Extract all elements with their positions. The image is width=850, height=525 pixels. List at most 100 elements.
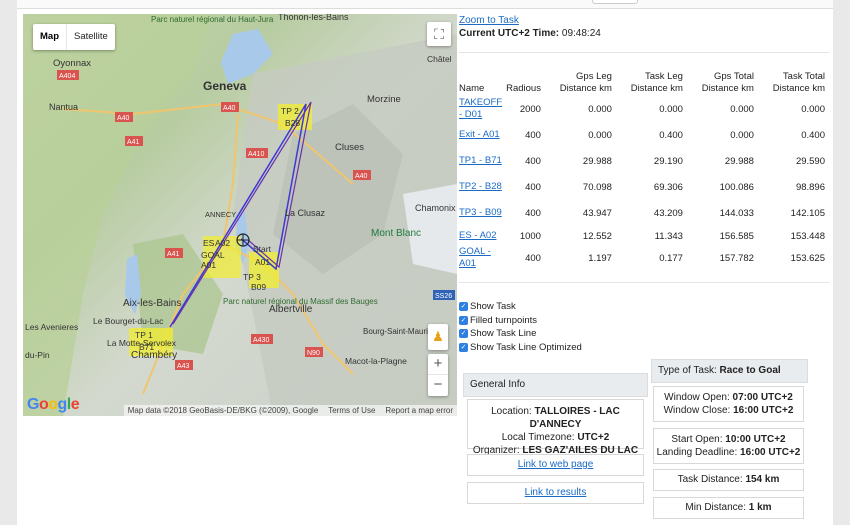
place-label: Nantua <box>49 102 78 112</box>
place-label: Cluses <box>335 142 364 153</box>
gps-total-cell: 29.988 <box>724 155 754 167</box>
gps-leg-cell: 12.552 <box>582 230 612 242</box>
task-type-value: Race to Goal <box>719 365 781 376</box>
minus-icon: − <box>433 376 443 393</box>
road-shield-label: A41 <box>127 139 140 146</box>
table-row: GOAL - A01 400 1.197 0.177 157.782 153.625 <box>457 246 827 270</box>
task-total-cell: 153.625 <box>790 252 825 264</box>
col-task-total: Task Total Distance km <box>772 71 825 94</box>
col-gps-total: Gps Total Distance km <box>701 71 754 94</box>
task-leg-cell: 0.400 <box>659 129 683 141</box>
web-page-link[interactable]: Link to web page <box>518 459 594 470</box>
table-row: TP3 - B09 400 43.947 43.209 144.033 142.105 <box>457 200 827 226</box>
turnpoint-name-link[interactable]: TP2 - B28 <box>459 181 502 192</box>
road-shield-label: A404 <box>59 73 75 80</box>
turnpoint-name-link[interactable]: GOAL - A01 <box>459 246 491 269</box>
tp-label: GOAL <box>201 250 225 260</box>
tp-label: TP 1 <box>135 330 153 340</box>
fullscreen-button[interactable]: ⛶ <box>427 22 451 46</box>
task-total-cell: 153.448 <box>790 230 825 242</box>
map-type-control: Map Satellite <box>33 24 115 50</box>
top-button[interactable] <box>592 0 638 4</box>
road-shield-label: A410 <box>248 151 264 158</box>
map-type-satellite[interactable]: Satellite <box>67 24 115 50</box>
turnpoint-name-link[interactable]: TAKEOFF - D01 <box>459 97 502 120</box>
task-leg-cell: 69.306 <box>653 181 683 193</box>
map-attribution: Map data ©2018 GeoBasis-DE/BKG (©2009), … <box>123 405 457 416</box>
gps-leg-cell: 0.000 <box>588 103 612 115</box>
turnpoint-name-link[interactable]: TP3 - B09 <box>459 207 502 218</box>
location-label: Location: <box>491 406 532 417</box>
turnpoint-table: Name Radious Gps Leg Distance km Task Le… <box>457 70 827 270</box>
place-label: du-Pin <box>25 350 50 360</box>
window-open-value: 07:00 UTC+2 <box>732 392 793 403</box>
turnpoint-name-cell: ES - A02 <box>457 226 504 246</box>
gps-leg-cell: 1.197 <box>588 252 612 264</box>
report-error-link[interactable]: Report a map error <box>385 405 453 416</box>
terms-link[interactable]: Terms of Use <box>328 405 375 416</box>
map-type-map[interactable]: Map <box>33 24 67 50</box>
table-row: ES - A02 1000 12.552 11.343 156.585 153.448 <box>457 226 827 246</box>
map-data-credit: Map data ©2018 GeoBasis-DE/BKG (©2009), … <box>127 406 319 415</box>
option-row[interactable]: ✓ Show Task Line <box>459 327 582 341</box>
table-row: TAKEOFF - D01 2000 0.000 0.000 0.000 0.000 <box>457 96 827 122</box>
plus-icon: + <box>433 355 443 372</box>
gps-total-cell: 156.585 <box>719 230 754 242</box>
tp-sub: B71 <box>139 342 154 352</box>
radius-cell: 400 <box>525 252 541 264</box>
task-map[interactable]: Geneva Oyonnax Nantua Morzine Cluses ANN… <box>23 14 457 416</box>
place-label: Macot-la-Plagne <box>345 356 407 366</box>
gps-total-cell: 0.000 <box>730 129 754 141</box>
divider <box>459 282 829 283</box>
turnpoint-name-cell: GOAL - A01 <box>457 246 504 270</box>
display-options: ✓ Show Task ✓ Filled turnpoints ✓ Show Task L… <box>459 300 582 354</box>
task-type-header: Type of Task: Race to Goal <box>651 359 808 383</box>
turnpoint-name-link[interactable]: TP1 - B71 <box>459 155 502 166</box>
park-label: Parc naturel régional du Massif des Baug… <box>223 297 378 306</box>
zoom-in-button[interactable]: + <box>428 354 448 375</box>
option-row[interactable]: ✓ Show Task <box>459 300 582 314</box>
lowland-area <box>23 14 213 416</box>
current-time-value: 09:48:24 <box>561 28 601 39</box>
col-radius: Radious <box>506 83 541 94</box>
option-row[interactable]: ✓ Show Task Line Optimized <box>459 341 582 355</box>
option-checkbox[interactable]: ✓ <box>459 329 468 339</box>
street-view-button[interactable]: ♟ <box>428 324 448 350</box>
google-logo-letter: o <box>48 396 58 413</box>
zoom-to-task-link[interactable]: Zoom to Task <box>459 15 519 26</box>
option-checkbox[interactable]: ✓ <box>459 343 468 353</box>
task-distance-value: 154 km <box>745 474 780 485</box>
window-box: Window Open: 07:00 UTC+2 Window Close: 1… <box>653 386 804 422</box>
turnpoint-name-link[interactable]: ES - A02 <box>459 230 497 241</box>
option-row[interactable]: ✓ Filled turnpoints <box>459 314 582 328</box>
zoom-out-button[interactable]: − <box>428 375 448 396</box>
gps-total-cell: 157.782 <box>719 252 754 264</box>
road-shield-label: A40 <box>117 115 130 122</box>
table-header-row: Name Radious Gps Leg Distance km Task Le… <box>457 70 827 96</box>
table-body: TAKEOFF - D01 2000 0.000 0.000 0.000 0.000 Exi… <box>457 96 827 270</box>
web-link-box: Link to web page <box>467 454 644 476</box>
min-distance-label: Min Distance: <box>685 502 746 513</box>
tp-sub: B09 <box>251 282 266 292</box>
park-label: Parc naturel régional du Haut-Jura <box>151 15 274 24</box>
results-link[interactable]: Link to results <box>525 487 587 498</box>
landing-deadline-label: Landing Deadline: <box>656 447 738 458</box>
gps-leg-cell: 29.988 <box>582 155 612 167</box>
option-label: Show Task Line <box>470 328 537 340</box>
turnpoint-name-cell: TP1 - B71 <box>457 148 504 174</box>
road-shield-label: A41 <box>167 251 180 258</box>
google-logo[interactable]: Google <box>27 396 80 414</box>
gps-total-cell: 144.033 <box>719 207 754 219</box>
place-label: Le Bourget-du-Lac <box>93 316 164 326</box>
task-total-cell: 0.000 <box>801 103 825 115</box>
option-checkbox[interactable]: ✓ <box>459 315 468 325</box>
option-checkbox[interactable]: ✓ <box>459 302 468 312</box>
timezone-label: Local Timezone: <box>501 432 575 443</box>
option-label: Filled turnpoints <box>470 314 538 326</box>
turnpoint-name-link[interactable]: Exit - A01 <box>459 129 500 140</box>
pegman-icon: ♟ <box>432 329 444 344</box>
task-total-cell: 0.400 <box>801 129 825 141</box>
min-distance-box: Min Distance: 1 km <box>653 497 804 519</box>
tp-label: Start <box>253 244 272 254</box>
timezone-value: UTC+2 <box>577 432 610 443</box>
